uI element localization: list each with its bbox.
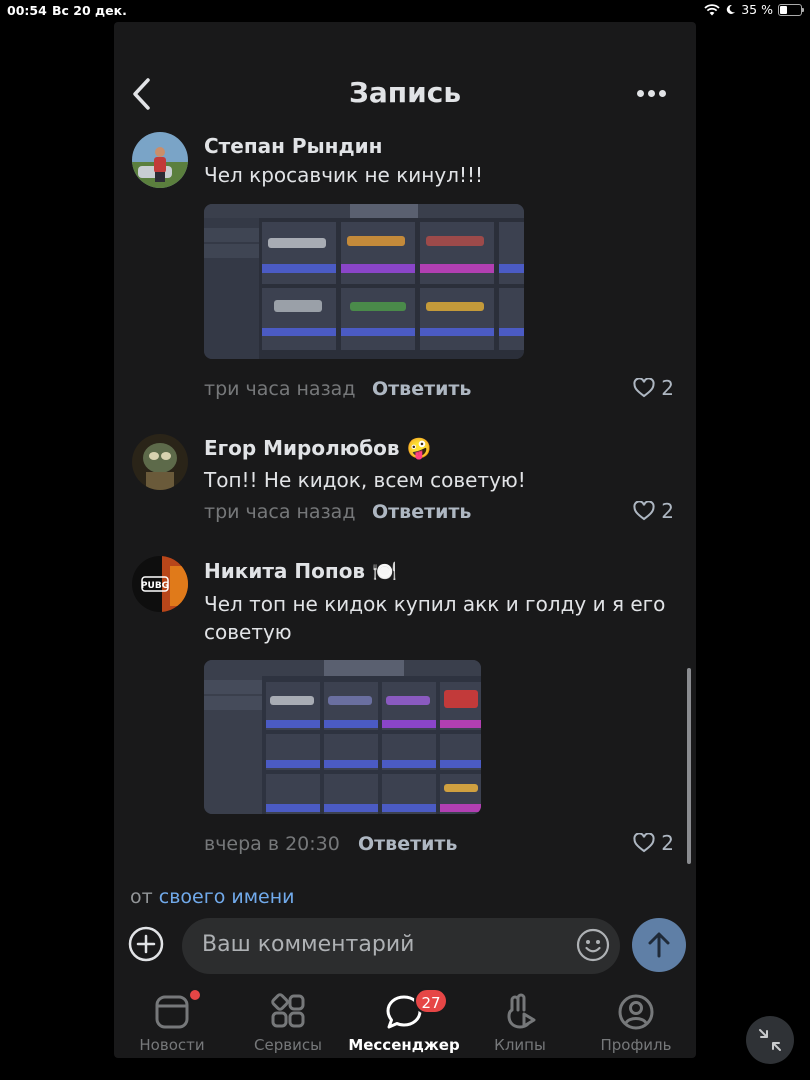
add-attachment-button[interactable]	[128, 926, 164, 962]
more-button[interactable]	[637, 90, 666, 97]
tab-profile[interactable]: Профиль	[578, 984, 694, 1058]
avatar-stepan[interactable]	[132, 132, 188, 188]
comment-author[interactable]: Егор Миролюбов 🤪	[204, 436, 431, 460]
heart-icon	[633, 833, 655, 853]
tab-label: Профиль	[600, 1036, 672, 1054]
comment-author[interactable]: Степан Рындин	[204, 134, 382, 158]
scrollbar[interactable]	[687, 668, 691, 864]
status-bar: 00:54 Вс 20 дек. 35 %	[0, 0, 810, 22]
author-name: Егор Миролюбов	[204, 436, 400, 460]
author-emoji: 🍽️	[372, 559, 397, 583]
from-prefix: от	[130, 886, 153, 908]
messenger-badge: 27	[414, 988, 448, 1014]
battery-icon	[778, 3, 804, 16]
author-emoji: 🤪	[406, 436, 432, 460]
status-right: 35 %	[704, 2, 804, 17]
avatar-egor[interactable]	[132, 434, 188, 490]
collapse-icon	[759, 1029, 781, 1051]
heart-icon	[633, 501, 655, 521]
tab-label: Клипы	[494, 1036, 546, 1054]
more-dot	[659, 90, 666, 97]
comment-time: три часа назад	[204, 501, 356, 523]
from-account-link[interactable]: своего имени	[159, 886, 295, 908]
comment-time: три часа назад	[204, 378, 356, 400]
tab-label: Мессенджер	[348, 1036, 460, 1054]
page-title: Запись	[348, 76, 462, 109]
comment-placeholder: Ваш комментарий	[202, 932, 415, 957]
avatar-photo	[132, 132, 188, 188]
comment-text: Чел топ не кидок купил акк и голду и я е…	[204, 592, 666, 644]
avatar-photo: PUBG	[132, 556, 188, 612]
tab-clips[interactable]: Клипы	[462, 984, 578, 1058]
comment-time: вчера в 20:30	[204, 833, 340, 855]
screenshot-image	[204, 204, 524, 359]
wifi-icon	[704, 3, 720, 15]
comment-author[interactable]: Никита Попов 🍽️	[204, 559, 397, 583]
avatar-photo	[132, 434, 188, 490]
status-date: Вс 20 дек.	[52, 3, 127, 18]
header: Запись	[114, 22, 696, 132]
comment-text: Чел кросавчик не кинул!!!	[204, 163, 484, 187]
like-button[interactable]: 2	[633, 376, 674, 400]
like-button[interactable]: 2	[633, 831, 674, 855]
status-time: 00:54	[7, 3, 47, 18]
screenshot-image	[204, 660, 481, 814]
svg-text:PUBG: PUBG	[141, 581, 169, 591]
tab-label: Сервисы	[254, 1036, 322, 1054]
collapse-button[interactable]	[746, 1016, 794, 1064]
emoji-icon[interactable]	[576, 928, 610, 962]
avatar-nikita[interactable]: PUBG	[132, 556, 188, 612]
news-icon	[155, 995, 189, 1029]
clips-icon	[507, 993, 536, 1029]
services-icon	[271, 993, 305, 1028]
more-dot	[648, 90, 655, 97]
comment-input[interactable]: Ваш комментарий	[182, 918, 620, 974]
more-dot	[637, 90, 644, 97]
comment-image[interactable]	[204, 204, 524, 359]
app-window: Запись Степан Рындин Чел кросавчик не ки…	[114, 22, 696, 1058]
tab-label: Новости	[139, 1036, 205, 1054]
battery-percent: 35 %	[741, 2, 773, 17]
comment-image[interactable]	[204, 660, 481, 814]
tab-news[interactable]: Новости	[114, 984, 230, 1058]
like-count: 2	[661, 499, 674, 523]
author-name: Никита Попов	[204, 559, 366, 583]
news-notification-dot	[188, 988, 202, 1002]
profile-icon	[618, 994, 654, 1030]
send-button[interactable]	[632, 918, 686, 972]
comment-text: Топ!! Не кидок, всем советую!	[204, 468, 526, 492]
tab-services[interactable]: Сервисы	[230, 984, 346, 1058]
reply-button[interactable]: Ответить	[372, 501, 471, 523]
like-button[interactable]: 2	[633, 499, 674, 523]
reply-button[interactable]: Ответить	[372, 378, 471, 400]
heart-icon	[633, 378, 655, 398]
arrow-up-icon	[648, 932, 670, 958]
comment-as: от своего имени	[130, 886, 295, 908]
like-count: 2	[661, 376, 674, 400]
like-count: 2	[661, 831, 674, 855]
moon-icon	[727, 4, 736, 14]
reply-button[interactable]: Ответить	[358, 833, 457, 855]
